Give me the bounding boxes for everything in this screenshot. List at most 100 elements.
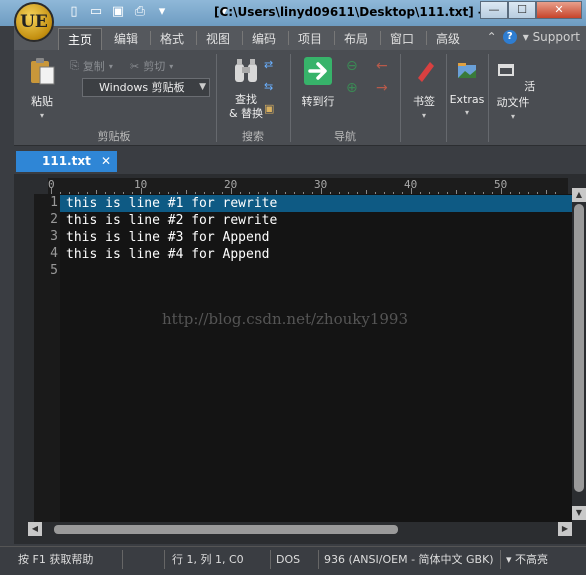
extras-icon <box>458 63 476 78</box>
paste-button[interactable]: 粘贴 ▾ <box>22 56 62 120</box>
ribbon-tab-bar: 主页 编辑 格式 视图 编码 项目 布局 窗口 高级 ⌃ ? ▾ Support <box>14 26 586 50</box>
paste-label: 粘贴 <box>31 95 53 108</box>
scroll-right-icon[interactable]: ▶ <box>558 522 572 536</box>
document-tab-111[interactable]: 111.txt ✕ <box>16 151 117 172</box>
search-group-label: 搜索 <box>242 130 264 143</box>
support-dropdown[interactable]: ▾ Support <box>523 30 580 44</box>
tab-window[interactable]: 窗口 <box>382 28 422 50</box>
status-highlight: 不高亮 <box>515 553 549 566</box>
find-in-files-icon[interactable]: ▣ <box>264 102 274 115</box>
goto-line-button[interactable]: 转到行 <box>296 56 340 109</box>
dropdown-icon[interactable]: ▾ <box>154 4 170 20</box>
status-bar: 按 F1 获取帮助 行 1, 列 1, C0 DOS 936 (ANSI/OEM… <box>0 546 586 575</box>
active-file-dropdown-icon[interactable]: ▾ <box>488 112 538 121</box>
goto-line-label: 转到行 <box>301 95 335 108</box>
new-file-icon[interactable]: ▯ <box>66 4 82 20</box>
line-number: 1 <box>50 195 58 210</box>
chevron-down-icon: ▼ <box>199 82 206 92</box>
nav-back-icon[interactable]: ⊖ <box>346 58 358 74</box>
tab-view[interactable]: 视图 <box>198 28 238 50</box>
save-icon[interactable]: ▣ <box>110 4 126 20</box>
help-icon[interactable]: ? <box>502 30 517 44</box>
copy-icon: ⎘ <box>70 59 79 72</box>
line-number-gutter: 1 2 3 4 5 <box>34 194 60 522</box>
arrow-right-small-icon[interactable]: → <box>376 80 388 96</box>
bookmark-icon <box>418 62 434 82</box>
ribbon-right-controls: ⌃ ? ▾ Support <box>487 30 580 44</box>
status-encoding[interactable]: 936 (ANSI/OEM - 简体中文 GBK) <box>324 551 494 568</box>
binoculars-icon <box>235 59 257 82</box>
tab-encoding[interactable]: 编码 <box>244 28 284 50</box>
close-tab-icon[interactable]: ✕ <box>101 151 111 171</box>
scroll-down-icon[interactable]: ▼ <box>572 506 586 520</box>
find-next-icon[interactable]: ⇄ <box>264 58 273 71</box>
cut-button[interactable]: ✂ 剪切 ▾ <box>130 58 173 74</box>
collapse-ribbon-icon[interactable]: ⌃ <box>487 30 497 44</box>
line-number: 4 <box>50 246 58 261</box>
tab-edit[interactable]: 编辑 <box>106 28 146 50</box>
print-icon[interactable]: ⎙ <box>132 4 148 20</box>
code-line[interactable]: this is line #2 for rewrite <box>66 212 277 229</box>
arrow-right-icon <box>304 57 332 85</box>
tab-project[interactable]: 项目 <box>290 28 330 50</box>
code-line[interactable]: this is line #3 for Append <box>66 229 270 246</box>
clipboard-select-value: Windows 剪贴板 <box>99 81 185 94</box>
tab-advanced[interactable]: 高级 <box>428 28 468 50</box>
status-line-ending[interactable]: DOS <box>276 551 300 568</box>
line-number: 5 <box>50 263 58 278</box>
copy-label: 复制 <box>82 60 105 73</box>
horizontal-scrollbar[interactable]: ◀ ▶ <box>28 522 572 536</box>
watermark: http://blog.csdn.net/zhouky1993 <box>162 310 409 328</box>
clipboard-select[interactable]: Windows 剪贴板 ▼ <box>82 78 210 97</box>
tab-layout[interactable]: 布局 <box>336 28 376 50</box>
document-tab-bar: 111.txt ✕ <box>14 146 586 174</box>
find-replace-button[interactable]: 查找 & 替换 <box>224 56 268 121</box>
bookmarks-dropdown-icon[interactable]: ▾ <box>404 111 444 120</box>
window-controls: — ☐ ✕ <box>480 1 582 19</box>
highlight-dropdown[interactable]: ▾ 不高亮 <box>506 551 548 568</box>
title-bar: ▯ ▭ ▣ ⎙ ▾ ▾ [C:\Users\linyd09611\Desktop… <box>0 0 586 26</box>
minimize-button[interactable]: — <box>480 1 508 19</box>
nav-forward-icon[interactable]: ⊕ <box>346 80 358 96</box>
tab-format[interactable]: 格式 <box>152 28 192 50</box>
extras-label: Extras <box>449 93 485 106</box>
navigation-group-label: 导航 <box>334 130 356 143</box>
bookmarks-label: 书签 <box>413 95 435 108</box>
window-title: [C:\Users\linyd09611\Desktop\111.txt] - … <box>214 5 511 19</box>
clipboard-group-label: 剪贴板 <box>97 130 131 143</box>
close-button[interactable]: ✕ <box>536 1 582 19</box>
status-help: 按 F1 获取帮助 <box>18 553 94 566</box>
status-cursor-position: 行 1, 列 1, C0 <box>172 553 244 566</box>
code-line[interactable]: this is line #1 for rewrite <box>66 195 277 212</box>
active-file-button[interactable]: 活动文件 ▾ <box>488 56 538 121</box>
column-ruler: 0 10 20 30 40 50 <box>48 178 568 194</box>
arrow-left-icon[interactable]: ← <box>376 58 388 74</box>
copy-button[interactable]: ⎘ 复制 ▾ <box>70 58 113 74</box>
text-editor-area[interactable]: this is line #1 for rewrite this is line… <box>60 194 572 522</box>
horizontal-scroll-thumb[interactable] <box>54 525 398 534</box>
extras-button[interactable]: Extras ▾ <box>448 56 486 117</box>
app-logo[interactable]: UE <box>14 2 54 42</box>
support-label: Support <box>532 30 580 44</box>
maximize-button[interactable]: ☐ <box>508 1 536 19</box>
find-replace-label: 查找 & 替换 <box>228 93 264 120</box>
active-file-icon <box>497 64 514 76</box>
vertical-scrollbar[interactable]: ▲ ▼ <box>572 178 586 522</box>
tab-home[interactable]: 主页 <box>58 28 102 50</box>
paste-icon <box>31 58 55 85</box>
open-folder-icon[interactable]: ▭ <box>88 4 104 20</box>
scroll-up-icon[interactable]: ▲ <box>572 188 586 202</box>
vertical-scroll-thumb[interactable] <box>574 204 584 492</box>
extras-dropdown-icon[interactable]: ▾ <box>448 108 486 117</box>
quick-access-toolbar: ▯ ▭ ▣ ⎙ ▾ ▾ <box>66 4 232 20</box>
cut-label: 剪切 <box>143 60 166 73</box>
scroll-left-icon[interactable]: ◀ <box>28 522 42 536</box>
line-number: 2 <box>50 212 58 227</box>
paste-dropdown-icon[interactable]: ▾ <box>22 111 62 120</box>
cut-icon: ✂ <box>130 59 140 73</box>
code-line[interactable]: this is line #4 for Append <box>66 246 270 263</box>
bookmarks-button[interactable]: 书签 ▾ <box>404 56 444 120</box>
ribbon: 粘贴 ▾ ⎘ 复制 ▾ ✂ 剪切 ▾ Windows 剪贴板 ▼ 剪贴板 查找 … <box>14 50 586 146</box>
replace-icon[interactable]: ⇆ <box>264 80 273 93</box>
line-number: 3 <box>50 229 58 244</box>
